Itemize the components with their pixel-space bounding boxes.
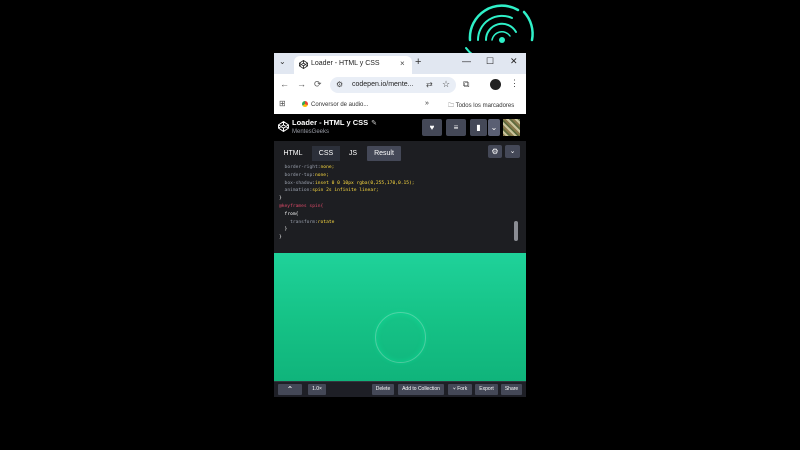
all-bookmarks-label: Todos los marcadores xyxy=(455,103,515,109)
css-code[interactable]: border-right:none; border-top:none; box-… xyxy=(279,164,415,242)
translate-icon[interactable]: ⇄ xyxy=(426,80,433,89)
extensions-icon[interactable]: ⧉ xyxy=(463,79,469,90)
url-text[interactable]: codepen.io/mente... xyxy=(352,81,414,88)
loader-ring xyxy=(375,312,426,363)
fork-label: Fork xyxy=(457,386,468,392)
browser-tab[interactable]: Loader - HTML y CSS × xyxy=(294,56,412,74)
pen-title-text: Loader - HTML y CSS xyxy=(292,118,369,127)
code-line: animation:spin 2s infinite linear; xyxy=(284,188,379,194)
tab-result[interactable]: Result xyxy=(367,146,401,161)
code-line: box-shadow:inset 0 0 10px rgba(0,255,170… xyxy=(284,180,415,186)
code-line: from{ xyxy=(284,211,299,217)
bookmark-dropdown-button[interactable]: ⌄ xyxy=(488,119,500,136)
profile-avatar[interactable] xyxy=(490,79,501,90)
browser-toolbar: ← → ⟳ ⚙ codepen.io/mente... ⇄ ☆ ⧉ ⋮ xyxy=(274,74,526,95)
edit-title-icon[interactable]: ✎ xyxy=(371,120,377,127)
pen-title[interactable]: Loader - HTML y CSS ✎ xyxy=(292,118,377,127)
bookmark-button[interactable]: ▮ xyxy=(470,119,487,136)
collapse-chevron-icon[interactable]: ⌄ xyxy=(505,145,520,158)
code-line: @keyframes spin{ xyxy=(279,203,324,209)
tab-strip: ⌄ Loader - HTML y CSS × + — ☐ ✕ xyxy=(274,53,526,74)
more-bookmarks-button[interactable]: » xyxy=(425,100,429,107)
folder-icon: 🗀 xyxy=(448,103,456,109)
editor-footer: ⌃ 1.0× Delete Add to Collection ⑂ Fork E… xyxy=(274,381,526,397)
code-line: } xyxy=(279,235,282,241)
browser-menu-icon[interactable]: ⋮ xyxy=(510,78,519,89)
code-line: border-right:none; xyxy=(284,165,335,170)
codepen-header: Loader - HTML y CSS ✎ MentesGeeks ♥ ≡ ▮ ⌄ xyxy=(274,114,526,141)
code-line: border-top:none; xyxy=(284,172,329,178)
codepen-logo-icon[interactable] xyxy=(278,121,289,132)
bookmarks-bar: ⊞ Conversor de audio... » 🗀 Todos los ma… xyxy=(274,95,526,115)
bookmark-label: Conversor de audio... xyxy=(311,102,369,108)
forward-button[interactable]: → xyxy=(297,79,306,89)
code-line: } xyxy=(284,227,288,233)
user-avatar[interactable] xyxy=(503,119,520,136)
editor-scrollbar[interactable] xyxy=(514,221,518,241)
add-to-collection-button[interactable]: Add to Collection xyxy=(398,384,444,395)
pen-author[interactable]: MentesGeeks xyxy=(292,129,329,135)
tab-html[interactable]: HTML xyxy=(278,146,308,161)
site-info-icon[interactable]: ⚙ xyxy=(336,80,343,89)
tab-close-icon[interactable]: × xyxy=(400,59,405,68)
code-line: } xyxy=(279,196,282,202)
new-tab-button[interactable]: + xyxy=(415,56,421,68)
apps-grid-icon[interactable]: ⊞ xyxy=(279,99,286,108)
bookmark-star-icon[interactable]: ☆ xyxy=(442,79,450,90)
maximize-button[interactable]: ☐ xyxy=(486,56,494,67)
heart-button[interactable]: ♥ xyxy=(422,119,442,136)
tab-css[interactable]: CSS xyxy=(312,146,340,161)
codepen-logo-icon xyxy=(299,60,308,69)
minimize-button[interactable]: — xyxy=(462,56,471,66)
browser-window: ⌄ Loader - HTML y CSS × + — ☐ ✕ ← → ⟳ ⚙ … xyxy=(274,53,526,397)
result-preview xyxy=(274,253,526,381)
tab-js[interactable]: JS xyxy=(342,146,364,161)
tab-title: Loader - HTML y CSS xyxy=(311,60,380,67)
code-line: transform:rotate xyxy=(290,219,335,225)
close-window-button[interactable]: ✕ xyxy=(510,56,518,67)
fork-button[interactable]: ⑂ Fork xyxy=(448,384,472,395)
bookmark-favicon-icon xyxy=(302,101,308,107)
bookmark-item[interactable]: Conversor de audio... xyxy=(302,101,368,108)
settings-gear-icon[interactable]: ⚙ xyxy=(488,145,502,158)
all-bookmarks-button[interactable]: 🗀 Todos los marcadores xyxy=(448,101,514,111)
export-button[interactable]: Export xyxy=(475,384,498,395)
collections-button[interactable]: ≡ xyxy=(446,119,466,136)
back-button[interactable]: ← xyxy=(280,79,289,89)
reload-button[interactable]: ⟳ xyxy=(314,79,322,90)
tab-search-button[interactable]: ⌄ xyxy=(279,57,286,66)
delete-button[interactable]: Delete xyxy=(372,384,394,395)
code-editor: HTML CSS JS Result ⚙ ⌄ border-right:none… xyxy=(274,141,526,253)
editor-tabs: HTML CSS JS Result ⚙ ⌄ xyxy=(274,141,526,163)
share-button[interactable]: Share xyxy=(501,384,522,395)
console-toggle-button[interactable]: ⌃ xyxy=(278,384,302,395)
zoom-button[interactable]: 1.0× xyxy=(308,384,326,395)
address-bar[interactable]: ⚙ codepen.io/mente... ⇄ ☆ xyxy=(330,77,456,93)
